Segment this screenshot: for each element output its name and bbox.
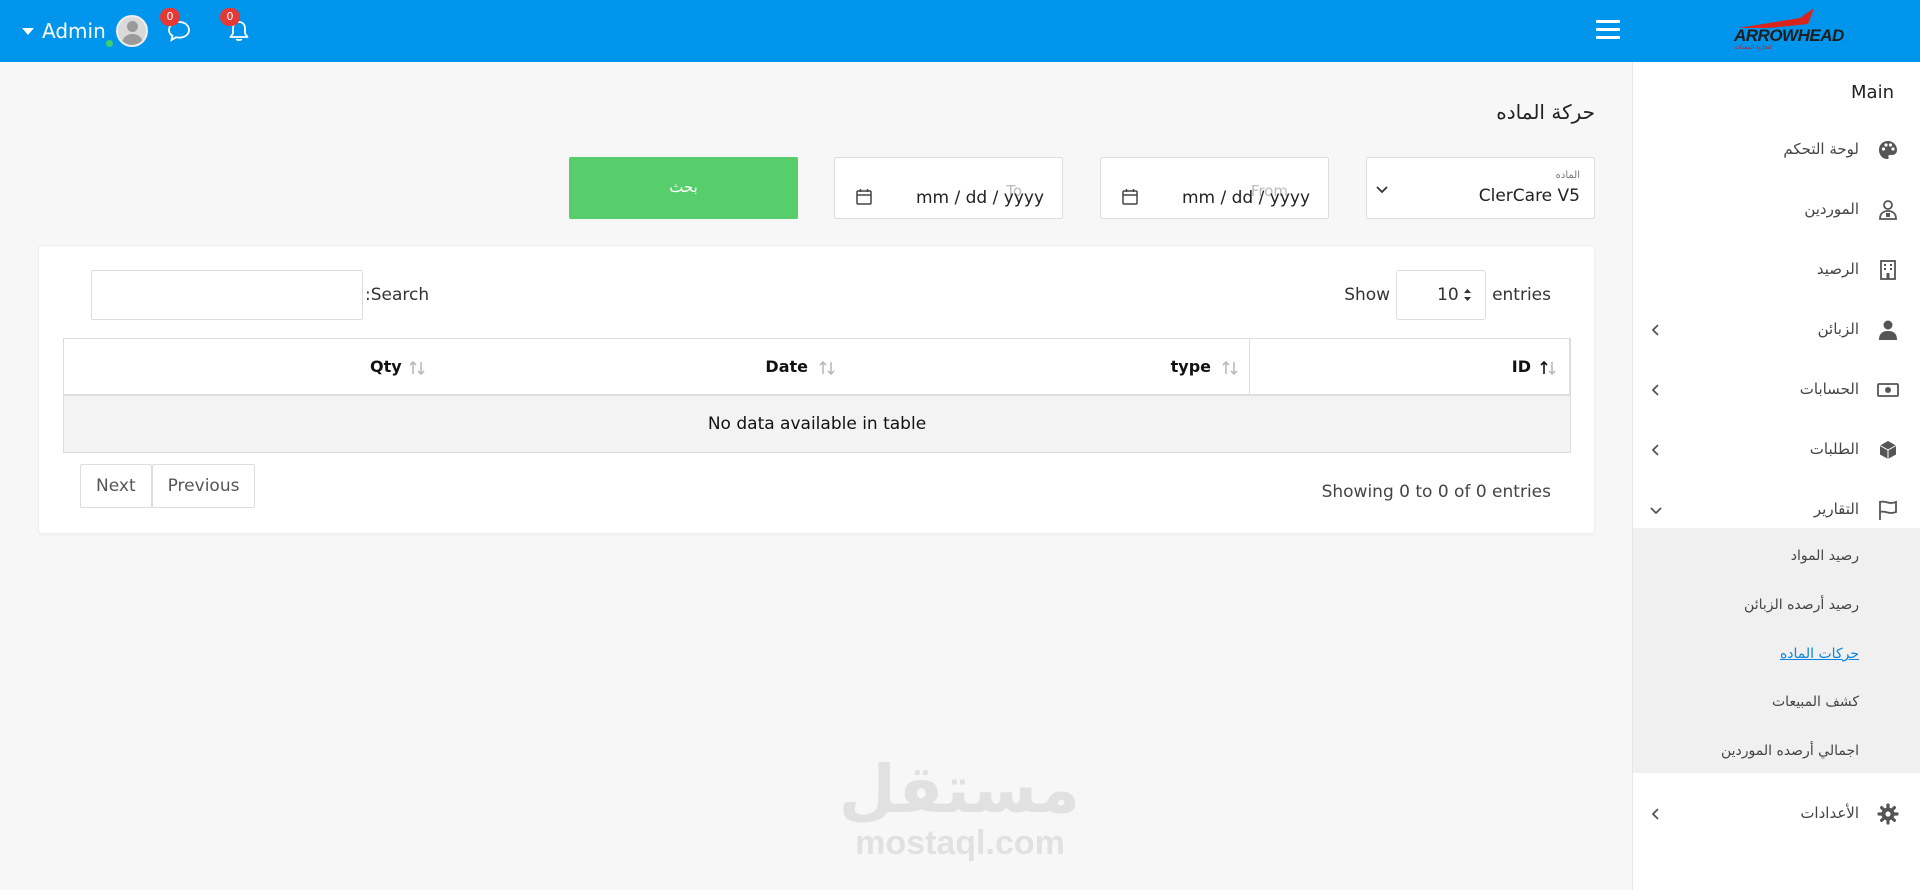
- sidebar-item-orders[interactable]: الطلبات: [1633, 430, 1920, 470]
- submenu-item-suppliers-total[interactable]: اجمالي أرصده الموردين: [1721, 743, 1859, 759]
- table-search-label: :Search: [365, 285, 430, 305]
- watermark-arabic: مستقل: [838, 751, 1080, 828]
- sidebar-item-label: الزبائن: [1817, 320, 1859, 338]
- gear-icon: [1877, 803, 1899, 825]
- entries-label: entries: [1492, 285, 1551, 305]
- watermark: مستقل mostaql.com: [838, 751, 1080, 862]
- watermark-latin: mostaql.com: [855, 824, 1065, 862]
- next-page-button[interactable]: Next: [80, 464, 152, 508]
- notifications-button[interactable]: 0: [220, 8, 256, 48]
- sidebar-item-label: الأعدادات: [1800, 804, 1859, 822]
- menu-toggle-button[interactable]: [1596, 20, 1620, 42]
- submenu-item-materials-balance[interactable]: رصيد المواد: [1791, 548, 1859, 564]
- to-date-value: mm / dd / yyyy: [915, 188, 1044, 208]
- search-button[interactable]: بحث: [569, 157, 798, 219]
- supplier-icon: [1879, 200, 1897, 220]
- sidebar-item-dashboard[interactable]: لوحة التحكم: [1633, 130, 1920, 170]
- sidebar-item-settings[interactable]: الأعدادات: [1633, 794, 1920, 834]
- data-table: ID type Date Qty No data available in ta…: [63, 338, 1571, 453]
- entries-value: 10: [1437, 285, 1459, 305]
- table-search: :Search: [91, 270, 429, 320]
- chevron-left-icon: [1651, 808, 1659, 820]
- material-value: ClerCare V5: [1478, 186, 1580, 206]
- chevron-left-icon: [1651, 324, 1659, 336]
- user-icon: [1879, 320, 1897, 340]
- messages-badge: 0: [160, 8, 180, 26]
- sort-icon: [819, 360, 835, 376]
- material-label: الماده: [1555, 170, 1580, 181]
- user-menu[interactable]: Admin: [22, 14, 148, 48]
- online-status-dot: [104, 38, 115, 49]
- calendar-icon[interactable]: [1121, 188, 1139, 206]
- pagination: Next Previous: [80, 464, 256, 508]
- sort-asc-icon: [1540, 360, 1556, 376]
- calendar-icon[interactable]: [855, 188, 873, 206]
- page-title: حركة الماده: [1496, 100, 1595, 124]
- reports-submenu: رصيد المواد رصيد أرصده الزبائن حركات الم…: [1633, 528, 1920, 773]
- cube-icon: [1879, 441, 1897, 459]
- sidebar-item-label: الحسابات: [1799, 380, 1859, 398]
- sidebar-item-suppliers[interactable]: الموردين: [1633, 190, 1920, 230]
- empty-table-row: No data available in table: [63, 396, 1571, 453]
- column-header-type[interactable]: type: [846, 339, 1250, 395]
- sort-arrows-icon: [1464, 289, 1472, 301]
- sidebar-item-label: الطلبات: [1809, 440, 1859, 458]
- from-date-value: mm / dd / yyyy: [1181, 188, 1310, 208]
- flag-icon: [1879, 500, 1897, 520]
- chevron-left-icon: [1651, 444, 1659, 456]
- messages-button[interactable]: 0: [160, 8, 196, 48]
- to-date-field[interactable]: To mm / dd / yyyy: [834, 157, 1063, 219]
- entries-select[interactable]: 10: [1396, 270, 1487, 320]
- sidebar-item-label: الرصيد: [1816, 260, 1859, 278]
- user-name: Admin: [42, 19, 106, 43]
- logo-subtitle: لتجارة المعدات: [1734, 44, 1772, 51]
- table-search-input[interactable]: [91, 270, 363, 320]
- sort-icon: [1222, 360, 1238, 376]
- chevron-left-icon: [1651, 384, 1659, 396]
- previous-page-button[interactable]: Previous: [151, 464, 256, 508]
- sidebar-item-reports[interactable]: التقارير: [1633, 490, 1920, 530]
- sidebar-item-label: الموردين: [1804, 200, 1859, 218]
- table-header: ID type Date Qty: [63, 338, 1571, 396]
- chevron-down-icon: [1650, 507, 1662, 515]
- submenu-item-material-movements[interactable]: حركات الماده: [1780, 646, 1859, 662]
- submenu-item-customers-balance[interactable]: رصيد أرصده الزبائن: [1744, 597, 1859, 613]
- material-select[interactable]: الماده ClerCare V5: [1366, 157, 1595, 219]
- money-icon: [1877, 383, 1899, 397]
- logo-text: ARROWHEAD: [1734, 26, 1844, 45]
- notifications-badge: 0: [220, 8, 240, 26]
- caret-down-icon: [22, 27, 34, 35]
- chevron-down-icon: [1376, 186, 1388, 194]
- sidebar-item-label: لوحة التحكم: [1783, 140, 1859, 158]
- avatar: [115, 15, 148, 47]
- submenu-item-sales-statement[interactable]: كشف المبيعات: [1772, 694, 1859, 710]
- building-icon: [1880, 260, 1896, 280]
- sidebar-item-label: التقارير: [1813, 500, 1859, 518]
- column-header-id[interactable]: ID: [1250, 339, 1570, 395]
- sidebar: Main لوحة التحكم الموردين الرصيد الزبائن: [1632, 62, 1920, 890]
- data-table-card: Show 10 entries :Search ID type Date Qty…: [38, 245, 1595, 534]
- column-header-date-qty: Date Qty: [64, 339, 846, 395]
- logo[interactable]: ARROWHEAD لتجارة المعدات: [1730, 6, 1844, 56]
- sidebar-item-accounts[interactable]: الحسابات: [1633, 370, 1920, 410]
- top-bar: Admin 0 0 ARROWHEAD لتجارة المعدات: [0, 0, 1920, 62]
- show-label: Show: [1344, 285, 1391, 305]
- palette-icon: [1879, 141, 1897, 159]
- from-date-field[interactable]: From mm / dd / yyyy: [1100, 157, 1329, 219]
- sidebar-item-balance[interactable]: الرصيد: [1633, 250, 1920, 290]
- entries-length-control: Show 10 entries: [1344, 270, 1551, 320]
- sidebar-item-customers[interactable]: الزبائن: [1633, 310, 1920, 350]
- sidebar-title: Main: [1851, 82, 1894, 103]
- sort-icon: [409, 360, 425, 376]
- table-info: Showing 0 to 0 of 0 entries: [1321, 482, 1551, 502]
